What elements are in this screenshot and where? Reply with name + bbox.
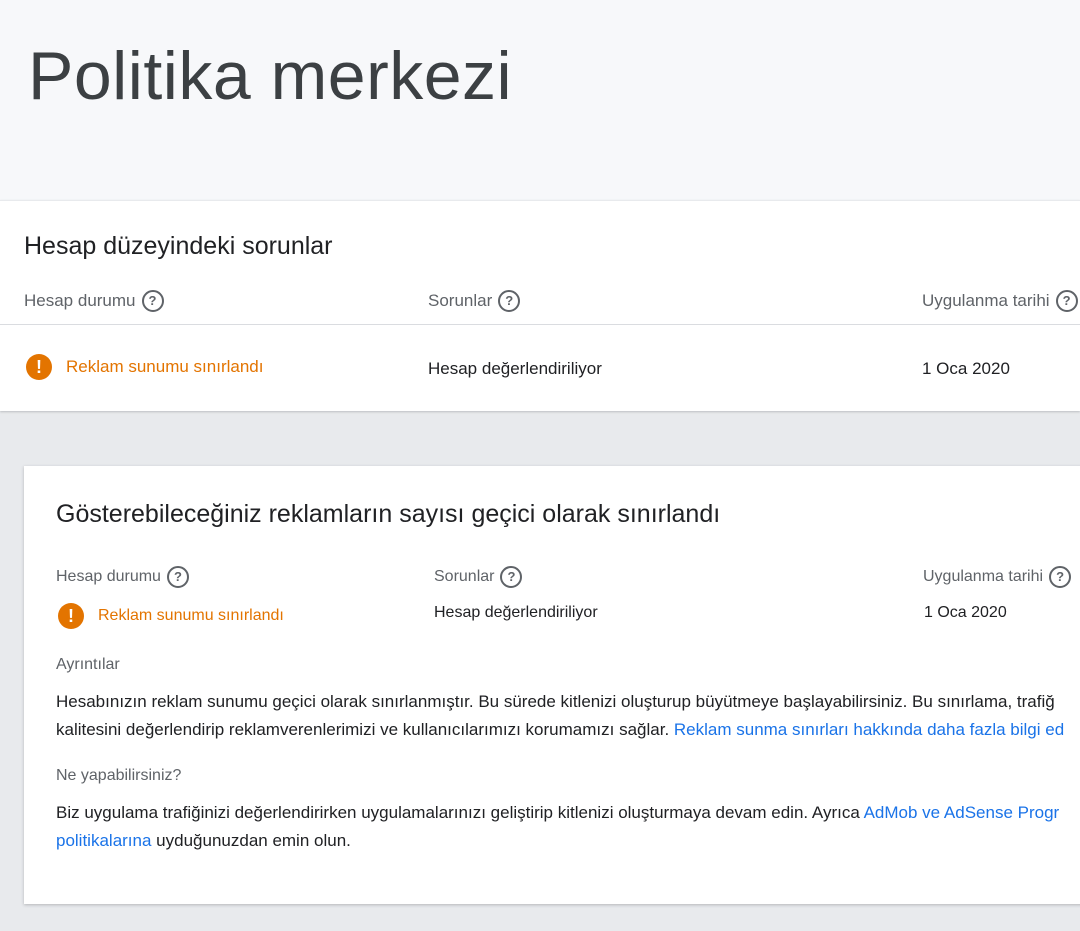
detail-status-text: Reklam sunumu sınırlandı	[98, 607, 284, 624]
help-icon[interactable]: ?	[141, 290, 164, 312]
details-line-1: Hesabınızın reklam sunumu geçici olarak …	[56, 692, 1055, 711]
account-status-text: Reklam sunumu sınırlandı	[66, 357, 264, 376]
details-line-2-text: kalitesini değerlendirip reklamverenleri…	[56, 720, 674, 739]
help-icon[interactable]: ?	[1055, 290, 1078, 312]
details-paragraph: Hesabınızın reklam sunumu geçici olarak …	[56, 688, 1064, 744]
detail-column-header-status-label: Hesap durumu	[56, 568, 161, 585]
account-issue-text: Hesap değerlendiriliyor	[428, 359, 602, 378]
warning-icon: !	[58, 603, 84, 629]
what-can-you-do-paragraph: Biz uygulama trafiğinizi değerlendirirke…	[56, 799, 1059, 855]
column-header-status-label: Hesap durumu	[24, 291, 136, 310]
what-line-2: politikalarına uyduğunuzdan emin olun.	[56, 827, 1059, 855]
detail-column-header-date: Uygulanma tarihi ?	[923, 566, 1072, 588]
account-date-text: 1 Oca 2020	[922, 359, 1010, 378]
program-policies-link-continued[interactable]: politikalarına	[56, 831, 151, 850]
column-header-issues-label: Sorunlar	[428, 291, 493, 310]
detail-status-cell: ! Reklam sunumu sınırlandı	[58, 603, 284, 629]
account-status-cell: ! Reklam sunumu sınırlandı	[26, 354, 263, 380]
page-title: Politika merkezi	[28, 38, 513, 114]
program-policies-link[interactable]: AdMob ve AdSense Progr	[864, 803, 1060, 822]
what-line-1-text: Biz uygulama trafiğinizi değerlendirirke…	[56, 803, 864, 822]
detail-date-text: 1 Oca 2020	[924, 604, 1007, 621]
help-icon[interactable]: ?	[500, 566, 523, 588]
ad-serving-limits-link[interactable]: Reklam sunma sınırları hakkında daha faz…	[674, 720, 1064, 739]
help-icon[interactable]: ?	[166, 566, 189, 588]
help-icon[interactable]: ?	[498, 290, 521, 312]
detail-issue-text: Hesap değerlendiriliyor	[434, 604, 598, 621]
detail-column-header-issues-label: Sorunlar	[434, 568, 495, 585]
account-issues-title: Hesap düzeyindeki sorunlar	[24, 232, 333, 260]
column-header-date: Uygulanma tarihi ?	[922, 290, 1078, 312]
detail-column-header-status: Hesap durumu ?	[56, 566, 189, 588]
column-header-status: Hesap durumu ?	[24, 290, 164, 312]
detail-column-header-issues: Sorunlar ?	[434, 566, 523, 588]
issue-detail-title: Gösterebileceğiniz reklamların sayısı ge…	[56, 500, 721, 528]
page-header: Politika merkezi	[0, 0, 1080, 200]
help-icon[interactable]: ?	[1049, 566, 1072, 588]
what-line-1: Biz uygulama trafiğinizi değerlendirirke…	[56, 799, 1059, 827]
details-label: Ayrıntılar	[56, 656, 120, 673]
table-divider	[0, 324, 1080, 325]
what-can-you-do-label: Ne yapabilirsiniz?	[56, 767, 182, 784]
detail-column-header-date-label: Uygulanma tarihi	[923, 568, 1044, 585]
column-header-issues: Sorunlar ?	[428, 290, 521, 312]
details-line-2: kalitesini değerlendirip reklamverenleri…	[56, 716, 1064, 744]
what-line-2-text: uyduğunuzdan emin olun.	[151, 831, 351, 850]
warning-icon: !	[26, 354, 52, 380]
column-header-date-label: Uygulanma tarihi	[922, 291, 1050, 310]
